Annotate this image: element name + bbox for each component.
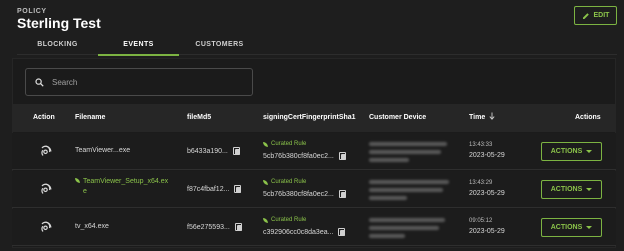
tab-blocking[interactable]: BLOCKING bbox=[17, 33, 98, 55]
customer-device-redacted bbox=[369, 218, 445, 238]
column-header-device[interactable]: Customer Device bbox=[369, 104, 426, 132]
cert-text: c392906cc0c8da3ea... bbox=[263, 228, 334, 236]
time-text: 13:43:33 bbox=[469, 142, 493, 148]
table-header: Action Filename fileMd5 signingCertFinge… bbox=[12, 104, 616, 132]
actions-button[interactable]: ACTIONS bbox=[541, 142, 602, 161]
cert-text: 5cb76b380cf8fa0ec2... bbox=[263, 152, 334, 160]
filename-link[interactable]: TeamViewer_Setup_x64.ex bbox=[83, 178, 168, 185]
column-header-cert[interactable]: signingCertFingerprintSha1 bbox=[263, 104, 356, 132]
table-row: TeamViewer...exe b6433a190... 5cb76b380c… bbox=[12, 133, 616, 170]
tab-customers[interactable]: CUSTOMERS bbox=[179, 33, 260, 55]
copy-icon[interactable] bbox=[234, 223, 242, 231]
cert-tag: Curated Rule bbox=[263, 217, 306, 223]
cert-tag: Curated Rule bbox=[263, 141, 306, 147]
search-box[interactable] bbox=[25, 68, 253, 96]
table-row: tv_x64.exe f56e275593... Curated Rule c3… bbox=[12, 209, 616, 246]
leaf-icon bbox=[263, 179, 268, 185]
cert-cell: 5cb76b380cf8fa0ec2... bbox=[263, 152, 346, 160]
fingerprint-icon bbox=[41, 183, 52, 194]
leaf-icon bbox=[263, 217, 268, 223]
copy-icon[interactable] bbox=[338, 190, 346, 198]
copy-icon[interactable] bbox=[338, 152, 346, 160]
cert-text: 5cb76b380cf8fa0ec2... bbox=[263, 190, 334, 198]
tab-bar: BLOCKING EVENTS CUSTOMERS bbox=[17, 33, 617, 56]
customer-device-redacted bbox=[369, 180, 449, 200]
leaf-icon bbox=[75, 178, 80, 183]
cert-cell: 5cb76b380cf8fa0ec2... bbox=[263, 190, 346, 198]
time-text: 09:05:12 bbox=[469, 218, 493, 224]
chevron-down-icon bbox=[586, 150, 593, 153]
date-text: 2023-05-29 bbox=[469, 228, 505, 235]
edit-button-label: EDIT bbox=[593, 12, 610, 19]
filename-link-continued[interactable]: e bbox=[83, 188, 87, 195]
md5-text: b6433a190... bbox=[187, 147, 228, 155]
filename-text[interactable]: TeamViewer...exe bbox=[75, 147, 130, 154]
arrow-down-icon bbox=[489, 112, 495, 120]
page-title: Sterling Test bbox=[17, 15, 101, 31]
md5-text: f87c4fbaf12... bbox=[187, 185, 230, 193]
column-header-filename[interactable]: Filename bbox=[75, 104, 105, 132]
md5-cell: b6433a190... bbox=[187, 147, 240, 155]
table-row: TeamViewer_Setup_x64.ex e f87c4fbaf12...… bbox=[12, 171, 616, 208]
leaf-icon bbox=[263, 141, 268, 147]
search-icon bbox=[35, 77, 44, 87]
fingerprint-icon bbox=[41, 221, 52, 232]
edit-button[interactable]: EDIT bbox=[574, 6, 617, 25]
date-text: 2023-05-29 bbox=[469, 190, 505, 197]
column-header-action: Action bbox=[33, 114, 55, 121]
actions-button-label: ACTIONS bbox=[550, 186, 583, 193]
pencil-icon bbox=[582, 12, 589, 19]
copy-icon[interactable] bbox=[232, 147, 240, 155]
curated-rule-label: Curated Rule bbox=[271, 141, 307, 147]
column-header-actions: Actions bbox=[575, 114, 601, 121]
tab-events[interactable]: EVENTS bbox=[98, 33, 179, 56]
actions-button[interactable]: ACTIONS bbox=[541, 218, 602, 237]
copy-icon[interactable] bbox=[338, 228, 346, 236]
md5-cell: f56e275593... bbox=[187, 223, 242, 231]
fingerprint-icon bbox=[41, 145, 52, 156]
cert-cell: c392906cc0c8da3ea... bbox=[263, 228, 346, 236]
actions-button-label: ACTIONS bbox=[550, 224, 583, 231]
md5-cell: f87c4fbaf12... bbox=[187, 185, 242, 193]
actions-button-label: ACTIONS bbox=[550, 148, 583, 155]
filename-text[interactable]: tv_x64.exe bbox=[75, 223, 109, 230]
column-header-md5[interactable]: fileMd5 bbox=[187, 104, 211, 132]
copy-icon[interactable] bbox=[234, 185, 242, 193]
page-overline: POLICY bbox=[17, 8, 47, 15]
curated-rule-label: Curated Rule bbox=[271, 217, 307, 223]
md5-text: f56e275593... bbox=[187, 223, 230, 231]
column-header-time[interactable]: Time bbox=[469, 104, 485, 132]
date-text: 2023-05-29 bbox=[469, 152, 505, 159]
filename-cell: TeamViewer_Setup_x64.ex bbox=[75, 178, 168, 185]
time-text: 13:43:29 bbox=[469, 180, 493, 186]
cert-tag: Curated Rule bbox=[263, 179, 306, 185]
chevron-down-icon bbox=[586, 188, 593, 191]
search-input[interactable] bbox=[52, 77, 242, 87]
chevron-down-icon bbox=[586, 226, 593, 229]
curated-rule-label: Curated Rule bbox=[271, 179, 307, 185]
customer-device-redacted bbox=[369, 142, 447, 162]
actions-button[interactable]: ACTIONS bbox=[541, 180, 602, 199]
